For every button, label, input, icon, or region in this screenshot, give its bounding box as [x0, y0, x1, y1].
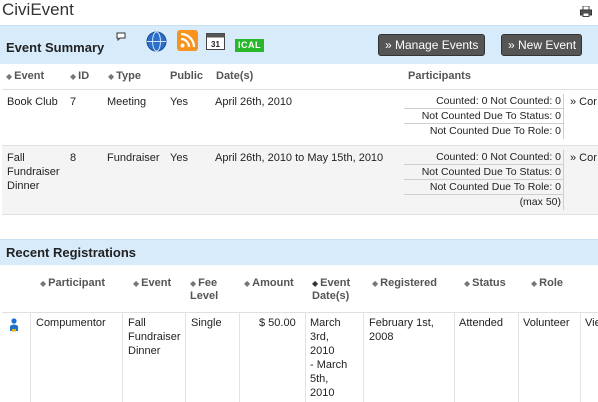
- column-divider: [185, 312, 186, 402]
- rss-icon[interactable]: [177, 30, 198, 51]
- col-public: Public: [170, 70, 204, 82]
- event-summary-header: Event Summary 31 ICAL » Manage Events » …: [0, 25, 598, 64]
- registration-event-link[interactable]: Fall Fundraiser Dinner: [128, 316, 181, 358]
- participants-counts: Counted: 0 Not Counted: 0 Not Counted Du…: [404, 94, 564, 139]
- event-dates: April 26th, 2010 to May 15th, 2010: [215, 152, 384, 164]
- event-id: 8: [70, 152, 77, 164]
- column-divider: [305, 312, 306, 402]
- user-icon: [10, 318, 18, 332]
- calendar-icon[interactable]: 31: [206, 32, 225, 50]
- not-counted-status-text: Not Counted Due To Status: 0: [404, 109, 564, 124]
- col-type[interactable]: ◆ Type: [108, 70, 141, 83]
- amount: $ 50.00: [259, 317, 296, 329]
- not-counted-status-text: Not Counted Due To Status: 0: [404, 165, 564, 180]
- event-type: Fundraiser: [107, 152, 160, 164]
- event-summary-title: Event Summary: [6, 40, 105, 55]
- col-registered[interactable]: ◆ Registered: [372, 277, 437, 290]
- col-event[interactable]: ◆ Event: [133, 277, 171, 290]
- configure-link[interactable]: » Cor: [570, 151, 597, 165]
- col-amount[interactable]: ◆ Amount: [244, 277, 294, 290]
- svg-text:31: 31: [211, 40, 220, 49]
- participants-counts: Counted: 0 Not Counted: 0 Not Counted Du…: [404, 150, 564, 210]
- col-participants: Participants: [408, 70, 471, 82]
- recent-registrations-header: Recent Registrations: [0, 239, 598, 265]
- column-divider: [454, 312, 455, 402]
- event-id: 7: [70, 96, 77, 108]
- not-counted-role-text: Not Counted Due To Role: 0: [404, 180, 564, 195]
- event-link[interactable]: Fall Fundraiser Dinner: [7, 151, 60, 193]
- counted-text: Counted: 0 Not Counted: 0: [404, 150, 564, 165]
- event-dates: March 3rd, 2010 - March 5th, 2010: [310, 317, 348, 399]
- counted-text: Counted: 0 Not Counted: 0: [404, 94, 564, 109]
- col-dates: Date(s): [216, 70, 254, 82]
- col-fee-level[interactable]: ◆ Fee Level: [190, 277, 218, 303]
- bubble-icon[interactable]: [116, 32, 126, 41]
- configure-link[interactable]: » Cor: [570, 95, 597, 109]
- max-participants-text: (max 50): [404, 195, 564, 210]
- recent-registrations-title: Recent Registrations: [6, 245, 137, 260]
- column-divider: [580, 312, 581, 402]
- event-link-line: Dinner: [128, 345, 161, 357]
- column-divider: [363, 312, 364, 402]
- event-link-line: Fall: [128, 317, 146, 329]
- event-type: Meeting: [107, 96, 147, 108]
- print-icon[interactable]: [580, 6, 592, 17]
- new-event-button[interactable]: » New Event: [501, 34, 582, 56]
- ical-badge[interactable]: ICAL: [235, 39, 264, 52]
- col-id[interactable]: ◆ ID: [70, 70, 89, 83]
- column-divider: [122, 312, 123, 402]
- event-public: Yes: [170, 96, 188, 108]
- event-link-line: Fundraiser: [128, 331, 181, 343]
- col-participant[interactable]: ◆ Participant: [40, 277, 105, 290]
- col-role[interactable]: ◆ Role: [531, 277, 563, 290]
- event-link-line: Dinner: [7, 180, 40, 192]
- not-counted-role-text: Not Counted Due To Role: 0: [404, 124, 564, 139]
- role: Volunteer: [523, 317, 570, 329]
- col-status[interactable]: ◆ Status: [464, 277, 506, 290]
- globe-icon[interactable]: [146, 31, 167, 52]
- column-divider: [239, 312, 240, 402]
- column-divider: [30, 312, 31, 402]
- registered-date: February 1st, 2008: [369, 317, 434, 343]
- event-public: Yes: [170, 152, 188, 164]
- fee-level: Single: [191, 317, 222, 329]
- participant-link[interactable]: Compumentor: [36, 316, 106, 330]
- manage-events-button[interactable]: » Manage Events: [378, 34, 485, 56]
- page-title: CiviEvent: [2, 0, 74, 19]
- view-link[interactable]: Vie: [585, 316, 598, 330]
- status: Attended: [459, 317, 504, 329]
- col-event-dates[interactable]: ◆ Event Date(s): [312, 277, 350, 303]
- event-link[interactable]: Book Club: [7, 95, 58, 109]
- event-link-line: Fundraiser: [7, 166, 60, 178]
- event-link-line: Fall: [7, 152, 25, 164]
- col-event[interactable]: ◆ Event: [6, 70, 44, 83]
- column-divider: [518, 312, 519, 402]
- event-dates: April 26th, 2010: [215, 96, 293, 108]
